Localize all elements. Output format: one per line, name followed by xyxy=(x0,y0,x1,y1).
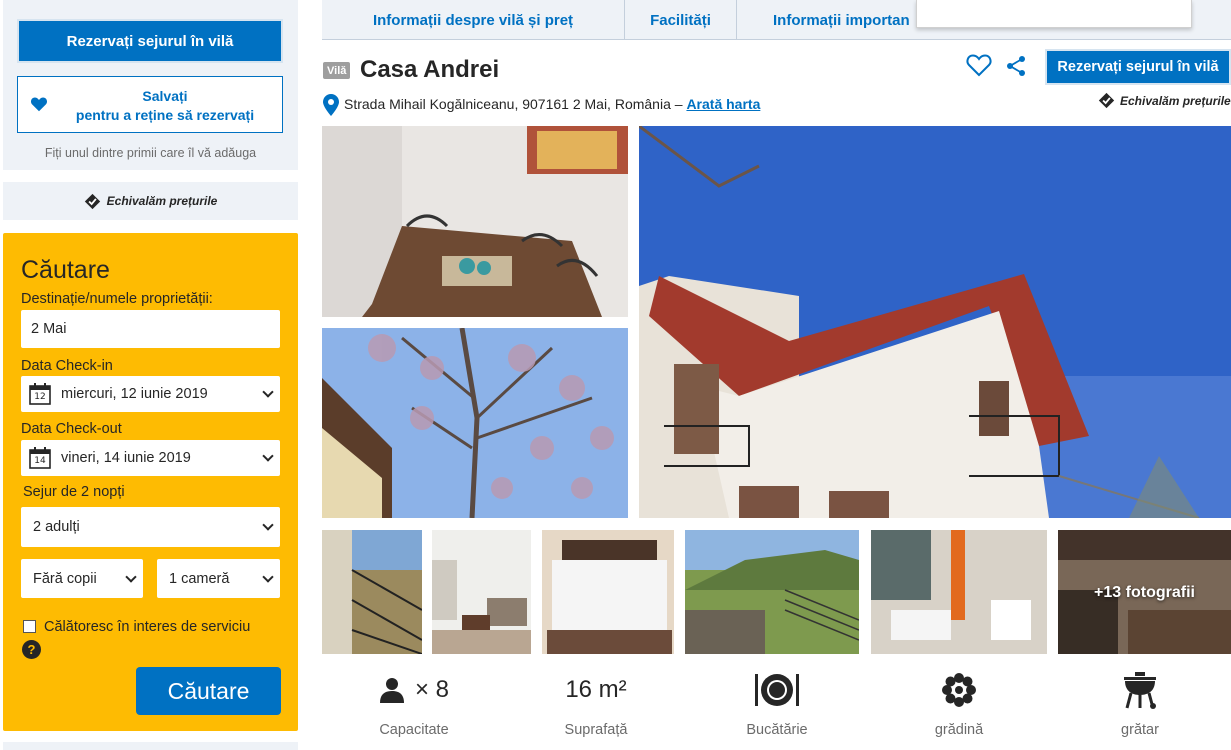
sidebar-bottom-panel xyxy=(3,742,298,750)
search-title: Căutare xyxy=(21,256,110,284)
garden-label: grădină xyxy=(934,722,984,738)
checkin-value: miercuri, 12 iunie 2019 xyxy=(61,386,208,402)
save-button[interactable]: Salvați pentru a reține să rezervați xyxy=(17,76,283,133)
price-match-icon xyxy=(1098,92,1115,109)
more-photos-label[interactable]: +13 fotografii xyxy=(1058,584,1231,602)
dropdown-overlay xyxy=(916,0,1192,28)
calendar-day: 12 xyxy=(34,392,46,402)
rooms-value: 1 cameră xyxy=(169,570,230,587)
checkout-value: vineri, 14 iunie 2019 xyxy=(61,450,191,466)
kitchen-icon xyxy=(755,674,799,706)
reserve-button-sidebar[interactable]: Rezervați sejurul în vilă xyxy=(17,19,283,63)
area-value: 16 m² xyxy=(565,676,627,703)
photo-thumb-bedroom[interactable] xyxy=(542,530,674,654)
adults-value: 2 adulți xyxy=(33,519,80,535)
heart-icon xyxy=(30,97,48,112)
photo-thumb-garden[interactable] xyxy=(685,530,859,654)
area-label: Suprafață xyxy=(564,722,628,738)
location-pin-icon xyxy=(323,94,339,116)
business-travel-label: Călătoresc în interes de serviciu xyxy=(44,619,251,635)
facility-capacity: × 8 Capacitate xyxy=(334,670,494,738)
chevron-down-icon xyxy=(262,450,274,462)
price-match-text: Echivalăm prețurile xyxy=(106,194,218,208)
adults-select[interactable]: 2 adulți xyxy=(21,507,280,547)
photo-dining-room[interactable] xyxy=(322,126,628,317)
price-match-badge: Echivalăm prețurile xyxy=(3,182,298,220)
calendar-icon: 12 xyxy=(29,383,51,405)
checkout-select[interactable]: 14 vineri, 14 iunie 2019 xyxy=(21,440,280,476)
person-icon xyxy=(379,678,404,703)
chevron-down-icon xyxy=(262,570,274,583)
facility-garden: grădină xyxy=(879,670,1039,738)
reserve-button-header[interactable]: Rezervați sejurul în vilă xyxy=(1045,49,1231,85)
checkout-label: Data Check-out xyxy=(21,421,122,437)
children-value: Fără copii xyxy=(33,570,97,587)
chevron-down-icon xyxy=(262,519,274,531)
destination-input[interactable]: 2 Mai xyxy=(21,310,280,348)
save-label: Salvați xyxy=(142,88,188,104)
grill-icon xyxy=(1124,672,1156,709)
business-travel-checkbox[interactable] xyxy=(23,620,36,633)
flower-icon xyxy=(942,673,976,707)
photo-thumb-living-room[interactable] xyxy=(432,530,531,654)
checkin-select[interactable]: 12 miercuri, 12 iunie 2019 xyxy=(21,376,280,412)
tab-info-price[interactable]: Informații despre vilă și preț xyxy=(322,0,624,40)
photo-thumb-kitchen[interactable]: +13 fotografii xyxy=(1058,530,1231,654)
capacity-label: Capacitate xyxy=(379,722,449,738)
chevron-down-icon xyxy=(125,570,137,583)
calendar-day: 14 xyxy=(34,456,46,466)
photo-house-exterior[interactable] xyxy=(639,126,1231,518)
search-panel: Căutare Destinație/numele proprietății: … xyxy=(3,233,298,731)
property-name: Casa Andrei xyxy=(360,56,500,83)
price-match-text: Echivalăm prețurile xyxy=(1120,93,1231,108)
checkin-label: Data Check-in xyxy=(21,358,113,374)
first-to-save-text: Fiți unul dintre primii care îl vă adăug… xyxy=(44,146,257,160)
address-text: Strada Mihail Kogălniceanu, 907161 2 Mai… xyxy=(344,96,683,112)
show-map-link[interactable]: Arată harta xyxy=(686,96,760,112)
price-match-icon xyxy=(84,193,100,209)
heart-icon[interactable] xyxy=(966,53,992,77)
facility-kitchen: Bucătărie xyxy=(697,670,857,738)
children-select[interactable]: Fără copii xyxy=(21,559,143,598)
grill-label: grătar xyxy=(1121,722,1159,738)
facility-capacity-value-row: × 8 xyxy=(334,670,494,710)
search-button[interactable]: Căutare xyxy=(136,667,281,715)
property-type-badge: Vilă xyxy=(323,62,351,79)
photo-thumb-balcony-view[interactable] xyxy=(322,530,422,654)
share-icon[interactable] xyxy=(1005,55,1027,77)
price-match-badge: Echivalăm prețurile xyxy=(1098,92,1231,109)
photo-tree-blossom[interactable] xyxy=(322,328,628,518)
rooms-select[interactable]: 1 cameră xyxy=(157,559,280,598)
facility-area: 16 m² Suprafață xyxy=(516,670,676,738)
property-address: Strada Mihail Kogălniceanu, 907161 2 Mai… xyxy=(344,96,760,112)
chevron-down-icon xyxy=(262,386,274,398)
tab-facilities[interactable]: Facilități xyxy=(625,0,736,40)
kitchen-label: Bucătărie xyxy=(746,722,808,738)
photo-thumb-bathroom[interactable] xyxy=(871,530,1047,654)
tab-important-info[interactable]: Informații importan xyxy=(737,0,937,40)
save-sublabel: pentru a reține să rezervați xyxy=(75,107,255,123)
facility-grill: grătar xyxy=(1060,670,1220,738)
help-icon[interactable]: ? xyxy=(22,640,41,659)
calendar-icon: 14 xyxy=(29,447,51,469)
destination-value: 2 Mai xyxy=(31,321,67,337)
capacity-value: × 8 xyxy=(414,676,450,703)
stay-length: Sejur de 2 nopți xyxy=(23,484,125,500)
destination-label: Destinație/numele proprietății: xyxy=(21,291,213,307)
